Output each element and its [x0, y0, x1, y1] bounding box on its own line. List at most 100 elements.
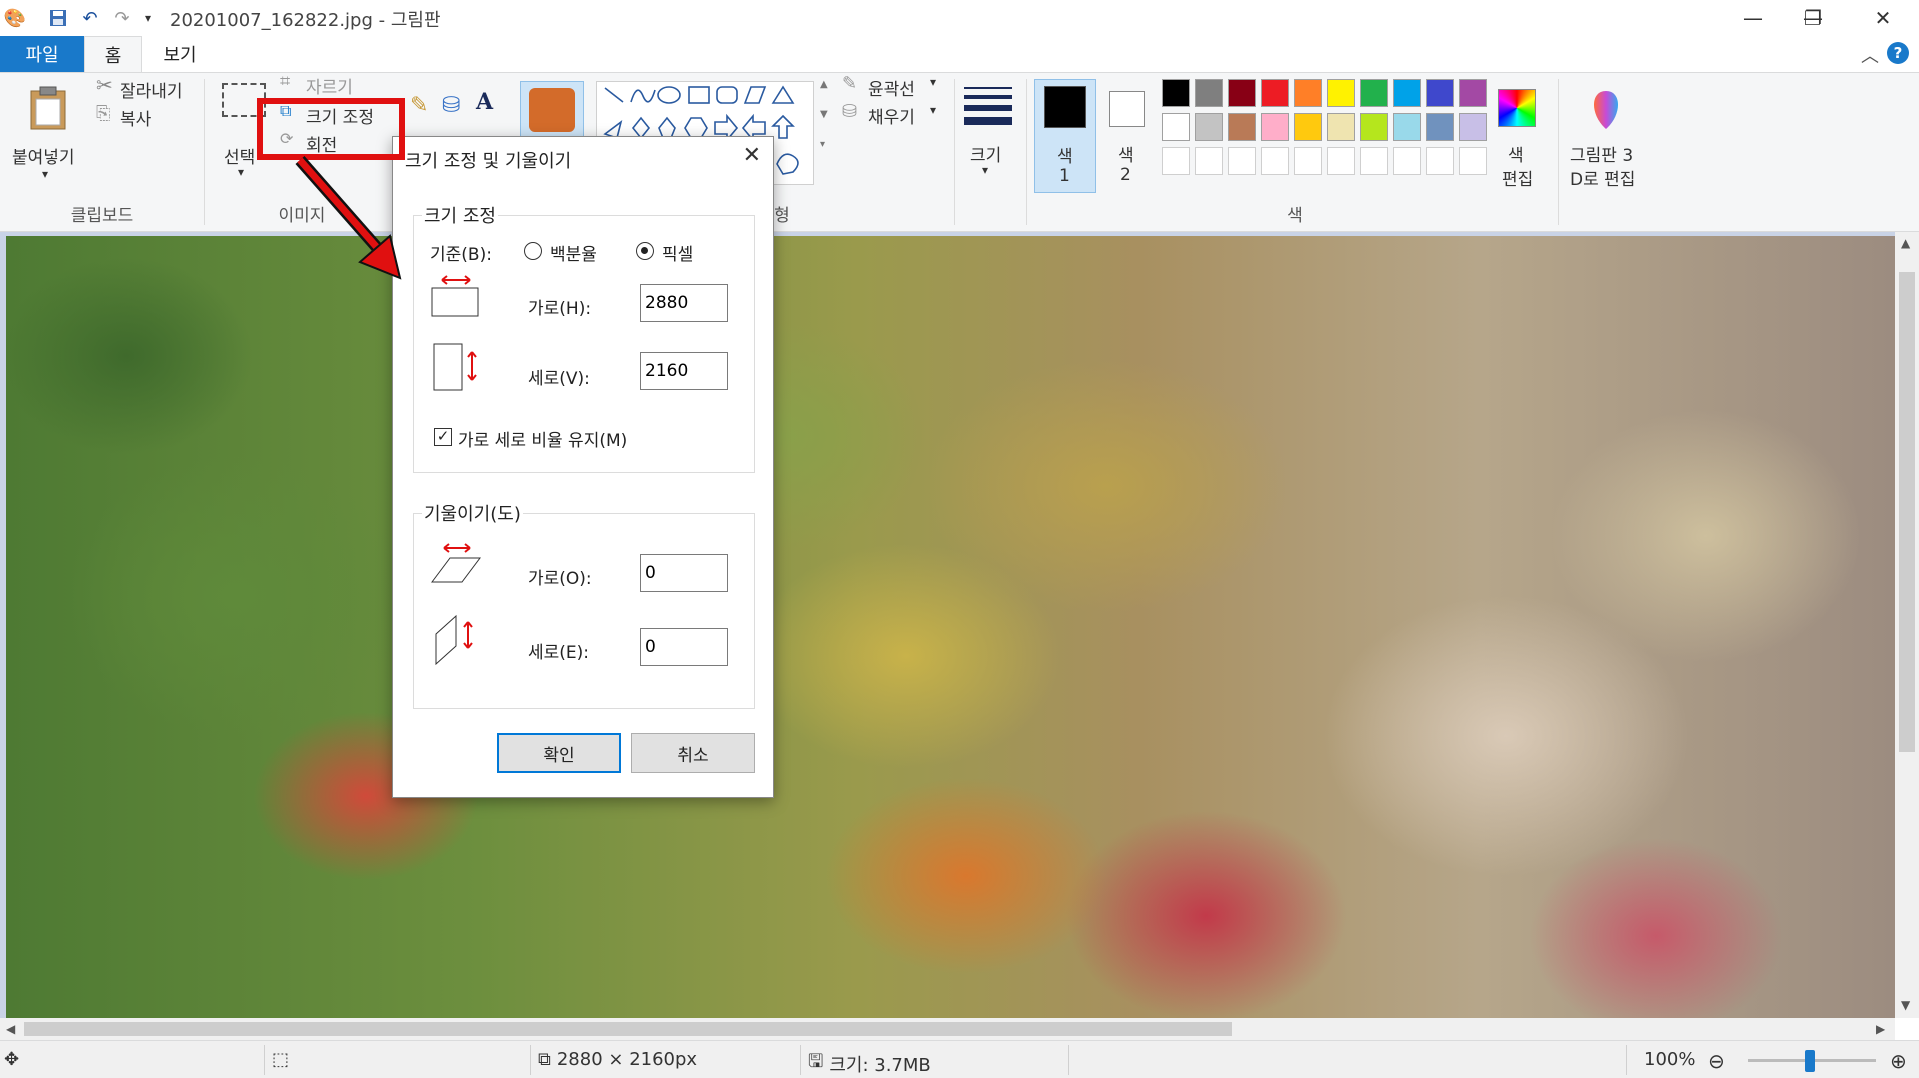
window-title: 20201007_162822.jpg - 그림판 — [170, 10, 441, 31]
pixel-label[interactable]: 픽셀 — [662, 240, 693, 265]
palette-color-swatch[interactable] — [1327, 113, 1355, 141]
horizontal-scroll-thumb[interactable] — [24, 1022, 1232, 1036]
pixel-radio[interactable] — [636, 242, 654, 260]
vertical-scroll-thumb[interactable] — [1899, 272, 1915, 752]
crop-button[interactable]: 자르기 — [306, 73, 353, 98]
palette-color-swatch[interactable] — [1162, 79, 1190, 107]
palette-custom-swatch[interactable] — [1393, 147, 1421, 175]
palette-custom-swatch[interactable] — [1228, 147, 1256, 175]
palette-color-swatch[interactable] — [1327, 79, 1355, 107]
zoom-out-icon[interactable]: ⊖ — [1708, 1049, 1725, 1073]
chevron-down-icon: ▾ — [42, 167, 49, 181]
palette-custom-swatch[interactable] — [1195, 147, 1223, 175]
palette-custom-swatch[interactable] — [1459, 147, 1487, 175]
outline-button[interactable]: 윤곽선 — [868, 75, 915, 100]
save-icon[interactable] — [46, 6, 70, 30]
canvas-area[interactable] — [0, 232, 1895, 1018]
close-window-button[interactable]: ✕ — [1848, 0, 1918, 36]
zoom-slider-thumb[interactable] — [1805, 1050, 1815, 1072]
clipboard-group-label: 클립보드 — [70, 206, 134, 226]
fill-button[interactable]: 채우기 — [868, 103, 915, 128]
palette-color-swatch[interactable] — [1360, 79, 1388, 107]
keep-ratio-label[interactable]: 가로 세로 비율 유지(M) — [458, 426, 627, 451]
palette-color-swatch[interactable] — [1162, 113, 1190, 141]
palette-color-swatch[interactable] — [1426, 79, 1454, 107]
resize-section: 크기 조정 기준(B): 백분율 픽셀 가로(H): 세로(V): ✓ 가로 세… — [413, 202, 755, 473]
paste-button[interactable]: 붙여넣기 ▾ — [8, 79, 90, 191]
restore-button[interactable]: ❐ — [1778, 0, 1848, 36]
vertical-resize-icon — [433, 343, 477, 391]
palette-color-swatch[interactable] — [1294, 113, 1322, 141]
size-button[interactable]: 크기 ▾ — [960, 81, 1016, 191]
vertical-input[interactable] — [640, 352, 728, 390]
horizontal-skew-icon — [431, 543, 481, 583]
paint3d-button[interactable]: 그림판 3 D로 편집 — [1562, 79, 1648, 193]
palette-color-swatch[interactable] — [1261, 79, 1289, 107]
palette-color-swatch[interactable] — [1459, 79, 1487, 107]
more-shapes-icon[interactable]: ▾ — [820, 139, 825, 150]
skew-vertical-input[interactable] — [640, 628, 728, 666]
palette-color-swatch[interactable] — [1228, 79, 1256, 107]
color1-swatch — [1044, 86, 1086, 128]
palette-color-swatch[interactable] — [1195, 113, 1223, 141]
palette-color-swatch[interactable] — [1426, 113, 1454, 141]
palette-color-swatch[interactable] — [1393, 113, 1421, 141]
selection-size-icon: ⬚ — [272, 1049, 290, 1070]
palette-custom-swatch[interactable] — [1360, 147, 1388, 175]
palette-color-swatch[interactable] — [1459, 113, 1487, 141]
status-bar: ✥ ⬚ ⧉ 2880 × 2160px 🖫 크기: 3.7MB 100% ⊖ ⊕ — [0, 1040, 1919, 1078]
color-wheel-icon — [1498, 89, 1536, 127]
copy-button[interactable]: 복사 — [120, 105, 151, 130]
color2-button[interactable]: 색 2 — [1100, 79, 1156, 193]
scroll-down-icon[interactable]: ▼ — [1901, 998, 1910, 1012]
dialog-close-button[interactable]: ✕ — [743, 143, 761, 168]
percent-radio[interactable] — [524, 242, 542, 260]
help-icon[interactable]: ? — [1887, 42, 1909, 64]
tab-file[interactable]: 파일 — [0, 36, 84, 72]
chevron-down-icon: ▾ — [930, 75, 937, 89]
edit-colors-button[interactable]: 색 편집 — [1488, 79, 1548, 193]
scroll-down-icon[interactable]: ▼ — [820, 109, 828, 120]
tab-view[interactable]: 보기 — [148, 36, 212, 72]
photo-canvas[interactable] — [6, 236, 1895, 1018]
color2-swatch — [1109, 91, 1145, 127]
customize-quick-access-icon[interactable]: ▾ — [140, 6, 156, 30]
palette-color-swatch[interactable] — [1228, 113, 1256, 141]
scroll-left-icon[interactable]: ◀ — [6, 1022, 15, 1036]
text-tool-icon[interactable]: A — [476, 89, 493, 115]
cut-button[interactable]: 잘라내기 — [120, 77, 183, 102]
cancel-button[interactable]: 취소 — [631, 733, 755, 773]
collapse-ribbon-icon[interactable]: ︿ — [1861, 42, 1879, 68]
percent-label[interactable]: 백분율 — [550, 240, 597, 265]
palette-color-swatch[interactable] — [1261, 113, 1289, 141]
palette-color-swatch[interactable] — [1294, 79, 1322, 107]
redo-icon[interactable]: ↷ — [110, 6, 134, 30]
palette-custom-swatch[interactable] — [1261, 147, 1289, 175]
horizontal-input[interactable] — [640, 284, 728, 322]
zoom-in-icon[interactable]: ⊕ — [1890, 1049, 1907, 1073]
palette-color-swatch[interactable] — [1360, 113, 1388, 141]
image-dimensions: ⧉ 2880 × 2160px — [538, 1049, 698, 1070]
scroll-up-icon[interactable]: ▲ — [820, 79, 828, 90]
paint3d-icon — [1594, 91, 1618, 129]
skew-horizontal-input[interactable] — [640, 554, 728, 592]
palette-color-swatch[interactable] — [1393, 79, 1421, 107]
tab-home[interactable]: 홈 — [84, 36, 142, 73]
keep-ratio-checkbox[interactable]: ✓ — [434, 428, 452, 446]
vertical-scrollbar[interactable]: ▲ ▼ — [1895, 232, 1919, 1018]
dialog-title: 크기 조정 및 기울이기 — [405, 151, 572, 172]
pencil-icon[interactable]: ✎ — [410, 93, 428, 118]
undo-icon[interactable]: ↶ — [78, 6, 102, 30]
scroll-right-icon[interactable]: ▶ — [1876, 1022, 1885, 1036]
palette-custom-swatch[interactable] — [1294, 147, 1322, 175]
palette-color-swatch[interactable] — [1195, 79, 1223, 107]
fill-icon: ⛁ — [842, 101, 858, 122]
palette-custom-swatch[interactable] — [1327, 147, 1355, 175]
palette-custom-swatch[interactable] — [1162, 147, 1190, 175]
scroll-up-icon[interactable]: ▲ — [1901, 236, 1910, 250]
ok-button[interactable]: 확인 — [497, 733, 621, 773]
palette-custom-swatch[interactable] — [1426, 147, 1454, 175]
fill-bucket-icon[interactable]: ⛁ — [442, 93, 460, 118]
horizontal-scrollbar[interactable]: ◀ ▶ — [0, 1018, 1895, 1040]
color1-button[interactable]: 색 1 — [1034, 79, 1096, 193]
